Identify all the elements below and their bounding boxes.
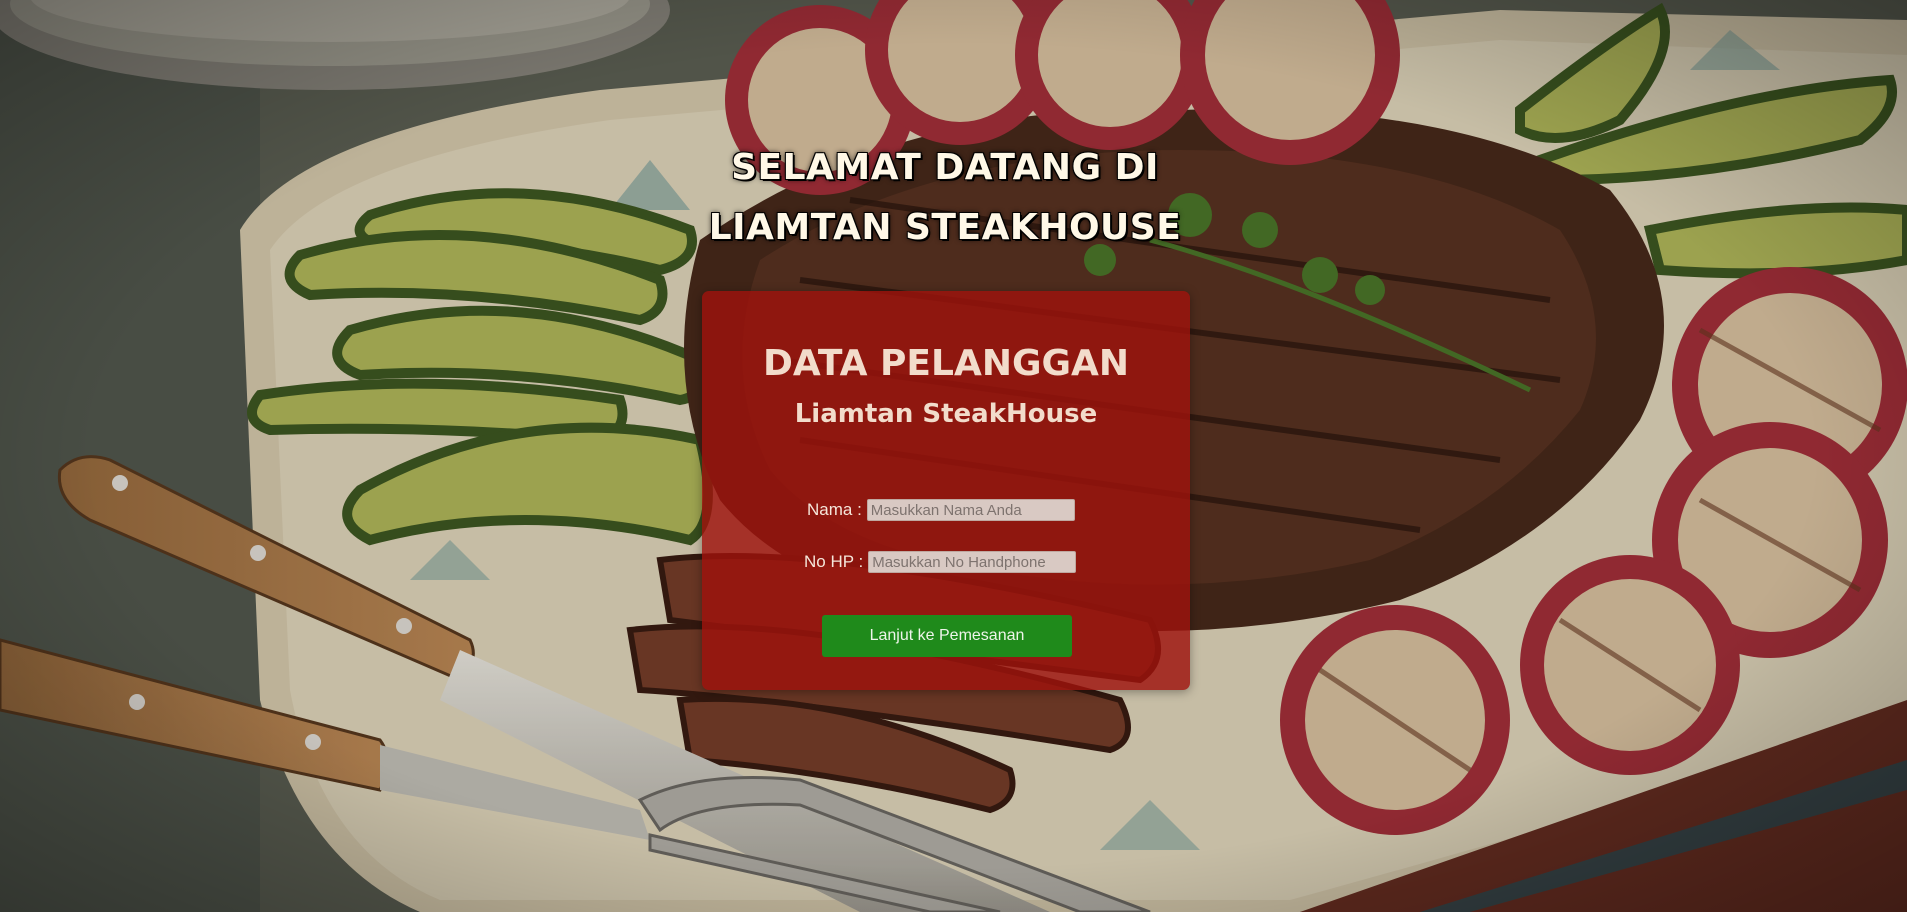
- nama-field-row: Nama :: [807, 499, 1075, 521]
- hp-field-row: No HP :: [804, 551, 1077, 573]
- welcome-line-2: LIAMTAN STEAKHOUSE: [708, 207, 1182, 248]
- hp-input[interactable]: [868, 551, 1077, 573]
- continue-to-order-button[interactable]: Lanjut ke Pemesanan: [822, 615, 1072, 657]
- customer-data-form-panel: DATA PELANGGAN Liamtan SteakHouse Nama :…: [702, 291, 1190, 690]
- welcome-heading: SELAMAT DATANG DI LIAMTAN STEAKHOUSE: [660, 138, 1230, 258]
- form-title: DATA PELANGGAN: [762, 343, 1130, 384]
- nama-label: Nama :: [807, 500, 862, 519]
- nama-input[interactable]: [866, 499, 1075, 521]
- welcome-line-1: SELAMAT DATANG DI: [731, 147, 1159, 188]
- landing-page: SELAMAT DATANG DI LIAMTAN STEAKHOUSE DAT…: [0, 0, 1907, 912]
- form-subtitle: Liamtan SteakHouse: [794, 399, 1098, 429]
- hp-label: No HP :: [804, 552, 864, 571]
